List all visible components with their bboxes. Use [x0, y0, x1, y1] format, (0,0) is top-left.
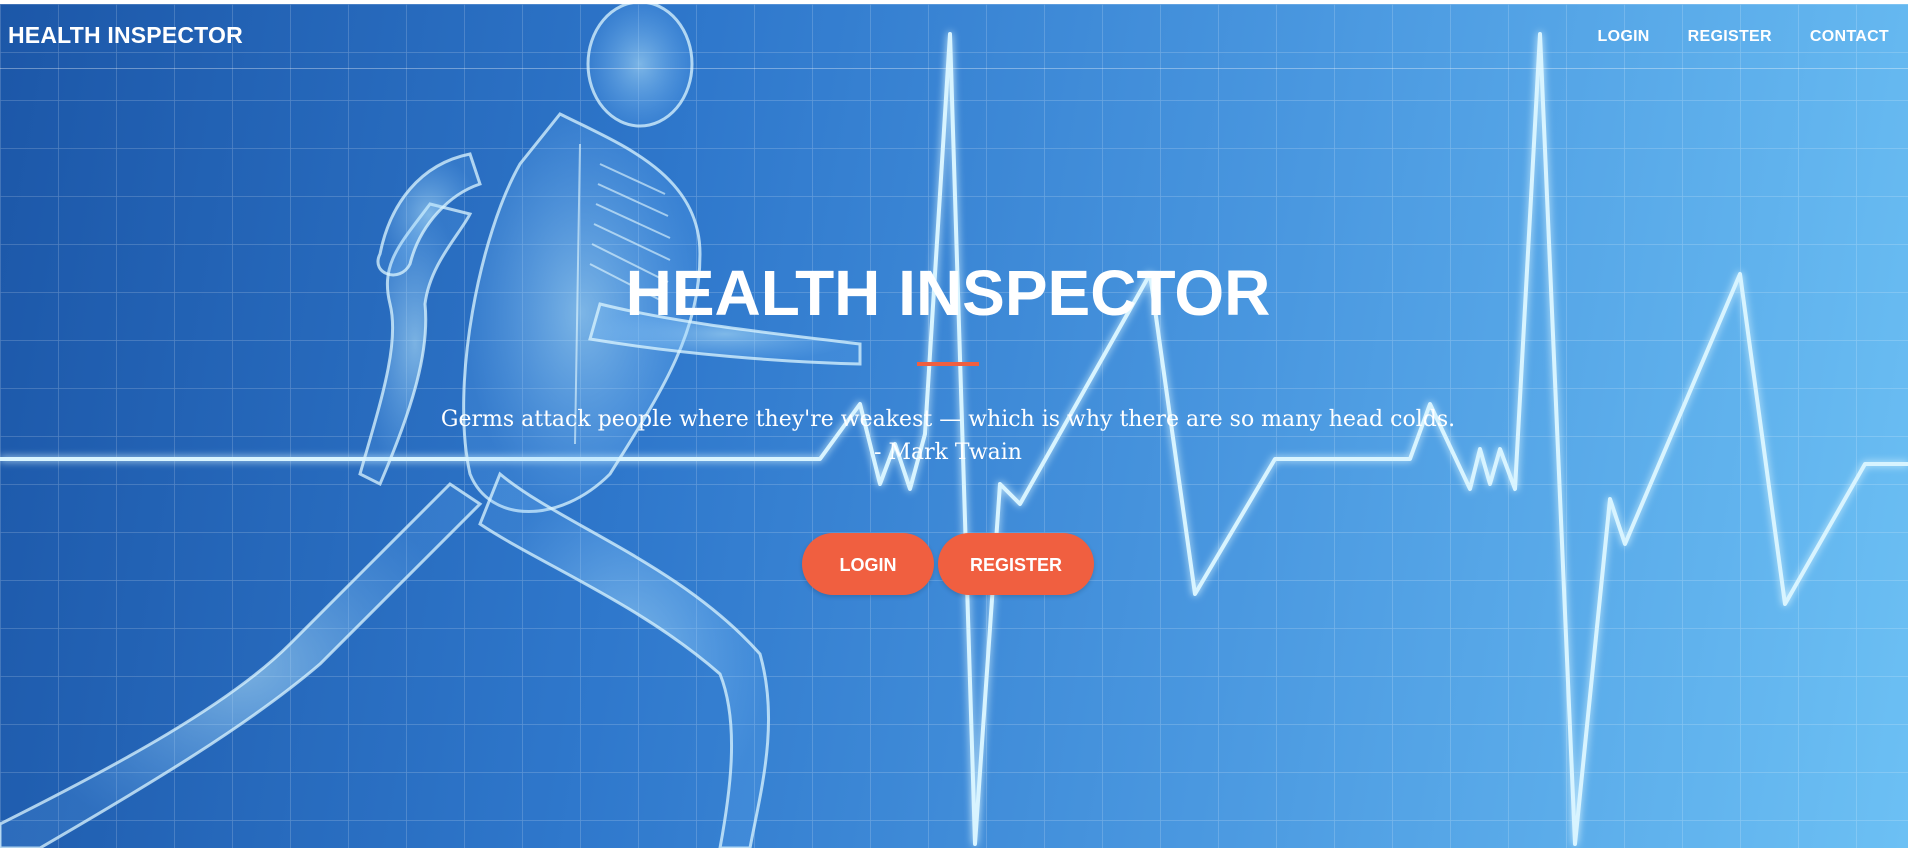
top-navbar: HEALTH INSPECTOR LOGIN REGISTER CONTACT [0, 4, 1908, 69]
nav-contact-link[interactable]: CONTACT [1810, 28, 1889, 46]
brand-logo-link[interactable]: HEALTH INSPECTOR [8, 22, 243, 49]
hero-login-button[interactable]: LOGIN [802, 533, 934, 595]
hero-divider [917, 362, 979, 366]
hero-content: HEALTH INSPECTOR Germs attack people whe… [0, 0, 1908, 852]
hero-quote: Germs attack people where they're weakes… [440, 407, 1456, 465]
nav-login-link[interactable]: LOGIN [1598, 28, 1650, 46]
hero-register-button[interactable]: REGISTER [938, 533, 1094, 595]
hero-title: HEALTH INSPECTOR [625, 257, 1271, 329]
nav-links: LOGIN REGISTER CONTACT [1598, 28, 1890, 46]
page: HEALTH INSPECTOR LOGIN REGISTER CONTACT … [0, 0, 1908, 852]
nav-register-link[interactable]: REGISTER [1688, 28, 1772, 46]
